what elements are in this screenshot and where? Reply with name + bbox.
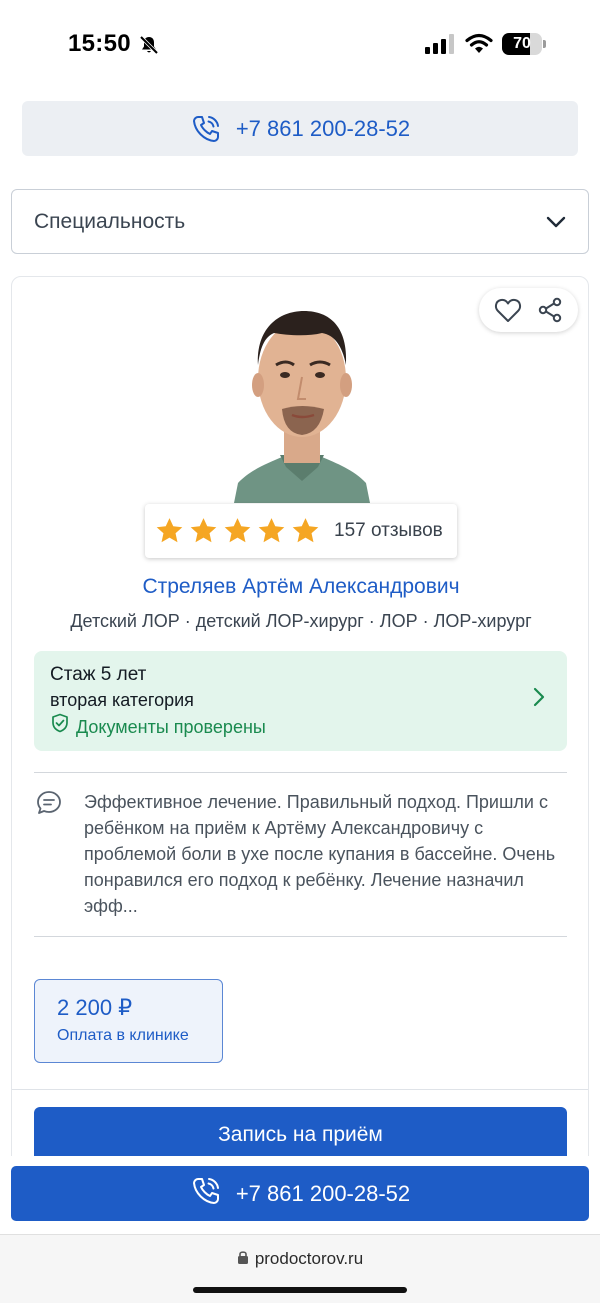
- price-option[interactable]: 2 200 ₽ Оплата в клинике: [34, 979, 223, 1063]
- chevron-down-icon: [546, 210, 566, 234]
- heart-icon[interactable]: [494, 297, 522, 323]
- bottom-phone-number: +7 861 200-28-52: [235, 1180, 411, 1206]
- star-icon: [291, 517, 320, 545]
- comment-icon: [36, 790, 62, 821]
- experience-years: Стаж 5 лет: [50, 664, 147, 685]
- divider: [34, 772, 567, 773]
- rating-stars: [155, 517, 320, 545]
- review-snippet[interactable]: Эффективное лечение. Правильный подход. …: [84, 789, 572, 919]
- star-icon: [223, 517, 252, 545]
- specialty-select[interactable]: Специальность: [11, 189, 589, 254]
- doctor-category: вторая категория: [50, 690, 194, 710]
- card-actions: [479, 288, 578, 332]
- top-phone-button[interactable]: +7 861 200-28-52: [22, 101, 578, 156]
- home-indicator: [193, 1287, 407, 1293]
- status-time: 15:50: [68, 30, 131, 57]
- doctor-name[interactable]: Стреляев Артём Александрович: [12, 575, 590, 599]
- share-icon[interactable]: [537, 297, 563, 323]
- book-appointment-button[interactable]: Запись на приём: [34, 1107, 567, 1163]
- star-icon: [155, 517, 184, 545]
- divider: [12, 1089, 588, 1090]
- phone-icon: [190, 113, 222, 145]
- phone-icon: [190, 1175, 222, 1213]
- status-bar: 15:50 70: [0, 0, 600, 90]
- browser-url-bar[interactable]: prodoctorov.ru: [0, 1234, 600, 1303]
- specialty-select-label: Специальность: [34, 209, 186, 233]
- reviews-count: 157 отзывов: [334, 520, 443, 541]
- cellular-signal-icon: [425, 34, 455, 54]
- price-note: Оплата в клинике: [57, 1027, 189, 1044]
- chevron-right-icon: [533, 687, 545, 712]
- shield-check-icon: [50, 713, 70, 740]
- divider: [34, 936, 567, 937]
- doctor-card: 157 отзывов Стреляев Артём Александрович…: [11, 276, 589, 1176]
- price-value: 2 200 ₽: [57, 995, 133, 1020]
- top-phone-number: +7 861 200-28-52: [235, 115, 411, 141]
- doctor-photo[interactable]: [234, 305, 370, 503]
- documents-verified: Документы проверены: [76, 716, 266, 737]
- experience-block[interactable]: Стаж 5 лет вторая категория Документы пр…: [34, 651, 567, 751]
- lock-icon: [237, 1249, 249, 1269]
- rating-badge[interactable]: 157 отзывов: [145, 504, 457, 558]
- star-icon: [189, 517, 218, 545]
- battery-percent: 70: [513, 35, 531, 52]
- sticky-footer: +7 861 200-28-52: [0, 1156, 600, 1234]
- bottom-phone-button[interactable]: +7 861 200-28-52: [11, 1166, 589, 1221]
- url-text: prodoctorov.ru: [254, 1249, 364, 1268]
- battery-indicator: 70: [502, 33, 546, 55]
- doctor-specialties: Детский ЛОР · детский ЛОР-хирург · ЛОР ·…: [70, 611, 532, 631]
- bell-muted-icon: [138, 34, 160, 56]
- star-icon: [257, 517, 286, 545]
- wifi-icon: [464, 32, 494, 54]
